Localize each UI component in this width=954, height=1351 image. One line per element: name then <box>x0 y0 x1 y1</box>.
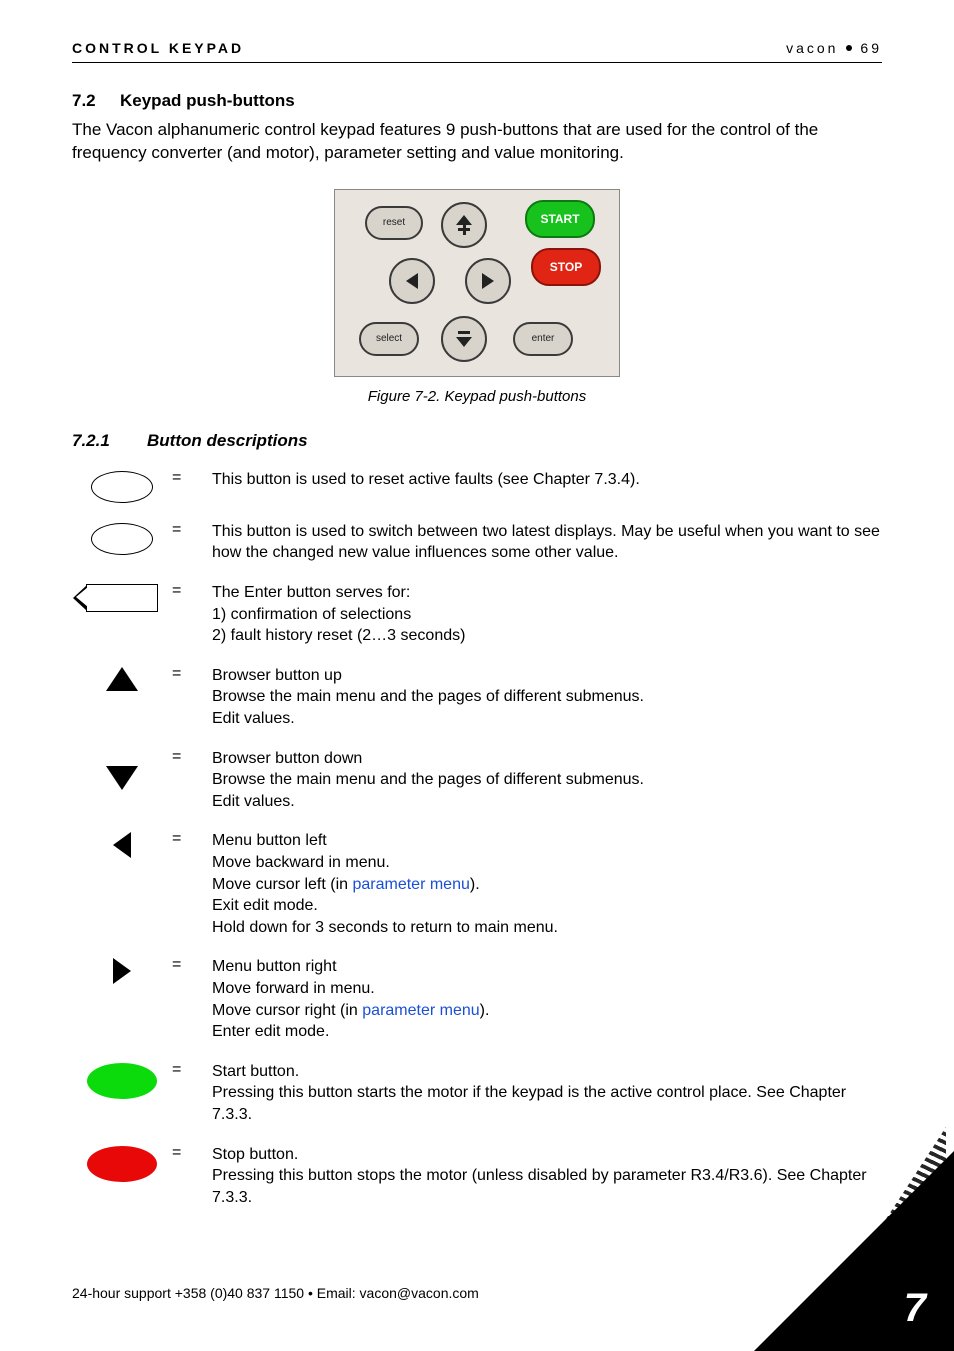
brand: vacon <box>786 40 838 56</box>
keypad-right-button <box>465 258 511 304</box>
keypad-enter-button: enter <box>513 322 573 356</box>
subsection-title: 7.2.1Button descriptions <box>72 431 882 451</box>
equals: = <box>172 582 212 600</box>
select-description: This button is used to switch between tw… <box>212 521 882 564</box>
enter-description: The Enter button serves for: 1) confirma… <box>212 582 882 647</box>
subsection-heading: Button descriptions <box>147 431 308 450</box>
section-intro: The Vacon alphanumeric control keypad fe… <box>72 119 882 165</box>
keypad-start-button: START <box>525 200 595 238</box>
up-description: Browser button up Browse the main menu a… <box>212 665 882 730</box>
equals: = <box>172 665 212 683</box>
section-number: 7.2 <box>72 91 120 111</box>
down-arrow-icon <box>106 766 138 790</box>
equals: = <box>172 748 212 766</box>
header-rule <box>72 62 882 63</box>
equals: = <box>172 469 212 487</box>
keypad-left-button <box>389 258 435 304</box>
keypad-down-button <box>441 316 487 362</box>
keypad-reset-button: reset <box>365 206 423 240</box>
subsection-number: 7.2.1 <box>72 431 147 451</box>
up-arrow-icon <box>106 667 138 691</box>
reset-icon <box>91 471 153 503</box>
stop-button-icon <box>87 1146 157 1182</box>
right-arrow-icon <box>113 958 131 984</box>
equals: = <box>172 956 212 974</box>
select-icon <box>91 523 153 555</box>
section-title: 7.2Keypad push-buttons <box>72 91 882 111</box>
parameter-menu-link[interactable]: parameter menu <box>362 1002 479 1019</box>
keypad-figure: reset START STOP select enter <box>334 189 620 377</box>
page-number: 7 <box>904 1286 926 1331</box>
start-button-icon <box>87 1063 157 1099</box>
equals: = <box>172 1061 212 1079</box>
equals: = <box>172 830 212 848</box>
right-description: Menu button right Move forward in menu. … <box>212 956 882 1042</box>
equals: = <box>172 1144 212 1162</box>
parameter-menu-link[interactable]: parameter menu <box>352 876 469 893</box>
left-description: Menu button left Move backward in menu. … <box>212 830 882 938</box>
figure-caption: Figure 7-2. Keypad push-buttons <box>72 388 882 405</box>
keypad-up-button <box>441 202 487 248</box>
equals: = <box>172 521 212 539</box>
enter-icon <box>86 584 158 612</box>
left-arrow-icon <box>113 832 131 858</box>
start-description: Start button. Pressing this button start… <box>212 1061 882 1126</box>
down-description: Browser button down Browse the main menu… <box>212 748 882 813</box>
header-left: CONTROL KEYPAD <box>72 40 244 56</box>
header-pagenum: 69 <box>860 40 882 56</box>
section-heading: Keypad push-buttons <box>120 91 295 110</box>
reset-description: This button is used to reset active faul… <box>212 469 882 491</box>
dot-icon <box>846 45 852 51</box>
keypad-select-button: select <box>359 322 419 356</box>
header-right: vacon 69 <box>786 40 882 56</box>
keypad-stop-button: STOP <box>531 248 601 286</box>
